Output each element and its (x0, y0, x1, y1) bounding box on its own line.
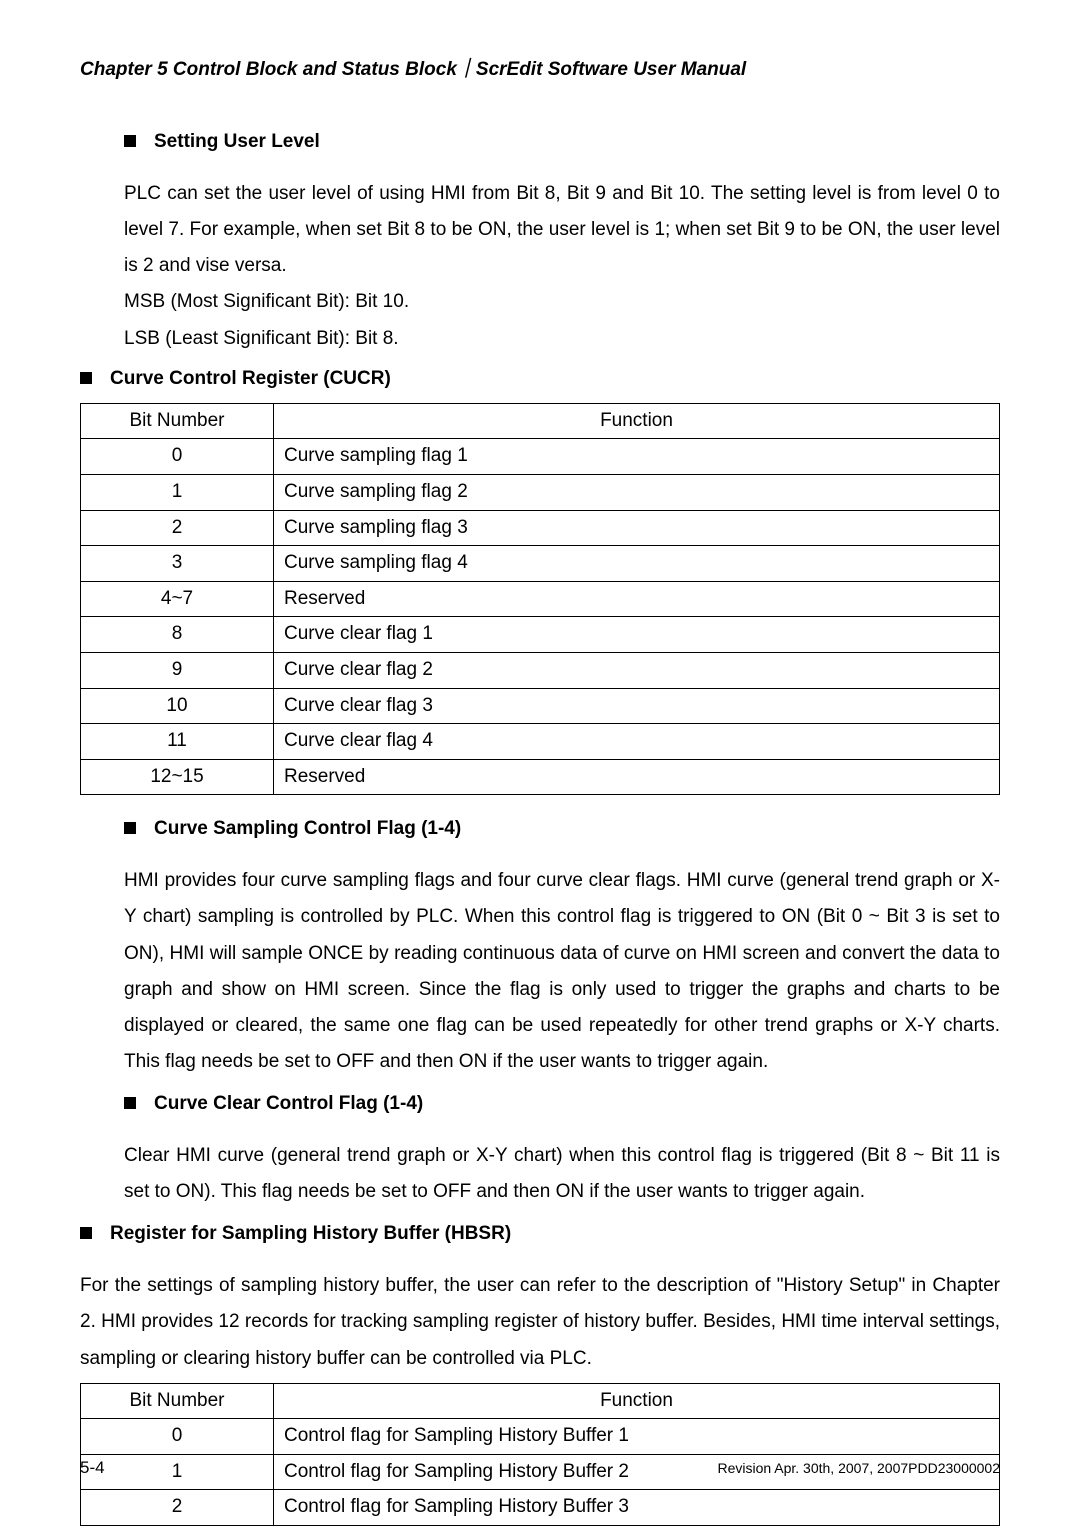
paragraph: MSB (Most Significant Bit): Bit 10. (124, 284, 1000, 320)
square-bullet-icon (80, 1227, 92, 1239)
square-bullet-icon (80, 372, 92, 384)
table-header-row: Bit Number Function (81, 403, 1000, 439)
cell-bit: 0 (81, 439, 274, 475)
cucr-table: Bit Number Function 0Curve sampling flag… (80, 403, 1000, 796)
cell-func: Reserved (274, 581, 1000, 617)
cell-bit: 11 (81, 724, 274, 760)
page-number: 5-4 (80, 1452, 105, 1484)
col-bit-header: Bit Number (81, 1383, 274, 1419)
cell-func: Curve clear flag 4 (274, 724, 1000, 760)
heading-cucr: Curve Control Register (CUCR) (80, 361, 1000, 397)
table-row: 0Curve sampling flag 1 (81, 439, 1000, 475)
paragraph: For the settings of sampling history buf… (80, 1268, 1000, 1376)
revision-text: Revision Apr. 30th, 2007, 2007PDD2300000… (717, 1455, 1000, 1482)
cell-bit: 2 (81, 1490, 274, 1526)
heading-curve-sampling: Curve Sampling Control Flag (1-4) (124, 811, 1000, 847)
col-func-header: Function (274, 403, 1000, 439)
heading-label: Register for Sampling History Buffer (HB… (110, 1216, 511, 1252)
heading-label: Setting User Level (154, 124, 320, 160)
cell-bit: 2 (81, 510, 274, 546)
cell-bit: 4~7 (81, 581, 274, 617)
table-row: 8Curve clear flag 1 (81, 617, 1000, 653)
heading-setting-user-level: Setting User Level (124, 124, 1000, 160)
table-row: 4~7Reserved (81, 581, 1000, 617)
cell-bit: 12~15 (81, 759, 274, 795)
cell-func: Curve clear flag 2 (274, 652, 1000, 688)
cell-func: Curve sampling flag 2 (274, 474, 1000, 510)
cell-bit: 8 (81, 617, 274, 653)
cell-func: Reserved (274, 759, 1000, 795)
running-head: Chapter 5 Control Block and Status Block… (80, 52, 1000, 88)
paragraph: Clear HMI curve (general trend graph or … (124, 1138, 1000, 1210)
cell-func: Curve sampling flag 4 (274, 546, 1000, 582)
cell-bit: 0 (81, 1419, 274, 1455)
col-bit-header: Bit Number (81, 403, 274, 439)
table-row: 12~15Reserved (81, 759, 1000, 795)
cell-func: Curve clear flag 3 (274, 688, 1000, 724)
paragraph: PLC can set the user level of using HMI … (124, 176, 1000, 284)
table-row: 10Curve clear flag 3 (81, 688, 1000, 724)
square-bullet-icon (124, 1097, 136, 1109)
table-row: 1Curve sampling flag 2 (81, 474, 1000, 510)
table-row: 0Control flag for Sampling History Buffe… (81, 1419, 1000, 1455)
cell-bit: 10 (81, 688, 274, 724)
table-row: 2Control flag for Sampling History Buffe… (81, 1490, 1000, 1526)
heading-label: Curve Control Register (CUCR) (110, 361, 391, 397)
cell-func: Control flag for Sampling History Buffer… (274, 1419, 1000, 1455)
heading-curve-clear: Curve Clear Control Flag (1-4) (124, 1086, 1000, 1122)
table-row: 9Curve clear flag 2 (81, 652, 1000, 688)
table-row: 11Curve clear flag 4 (81, 724, 1000, 760)
cell-bit: 3 (81, 546, 274, 582)
heading-label: Curve Clear Control Flag (1-4) (154, 1086, 423, 1122)
paragraph: HMI provides four curve sampling flags a… (124, 863, 1000, 1080)
page-footer: 5-4 Revision Apr. 30th, 2007, 2007PDD230… (80, 1452, 1000, 1484)
table-header-row: Bit Number Function (81, 1383, 1000, 1419)
cell-bit: 1 (81, 474, 274, 510)
table-row: 3Curve sampling flag 4 (81, 546, 1000, 582)
heading-label: Curve Sampling Control Flag (1-4) (154, 811, 461, 847)
table-row: 2Curve sampling flag 3 (81, 510, 1000, 546)
cell-func: Curve sampling flag 3 (274, 510, 1000, 546)
col-func-header: Function (274, 1383, 1000, 1419)
cell-func: Curve sampling flag 1 (274, 439, 1000, 475)
paragraph: LSB (Least Significant Bit): Bit 8. (124, 321, 1000, 357)
square-bullet-icon (124, 135, 136, 147)
cell-bit: 9 (81, 652, 274, 688)
heading-hbsr: Register for Sampling History Buffer (HB… (80, 1216, 1000, 1252)
cell-func: Control flag for Sampling History Buffer… (274, 1490, 1000, 1526)
cell-func: Curve clear flag 1 (274, 617, 1000, 653)
square-bullet-icon (124, 822, 136, 834)
